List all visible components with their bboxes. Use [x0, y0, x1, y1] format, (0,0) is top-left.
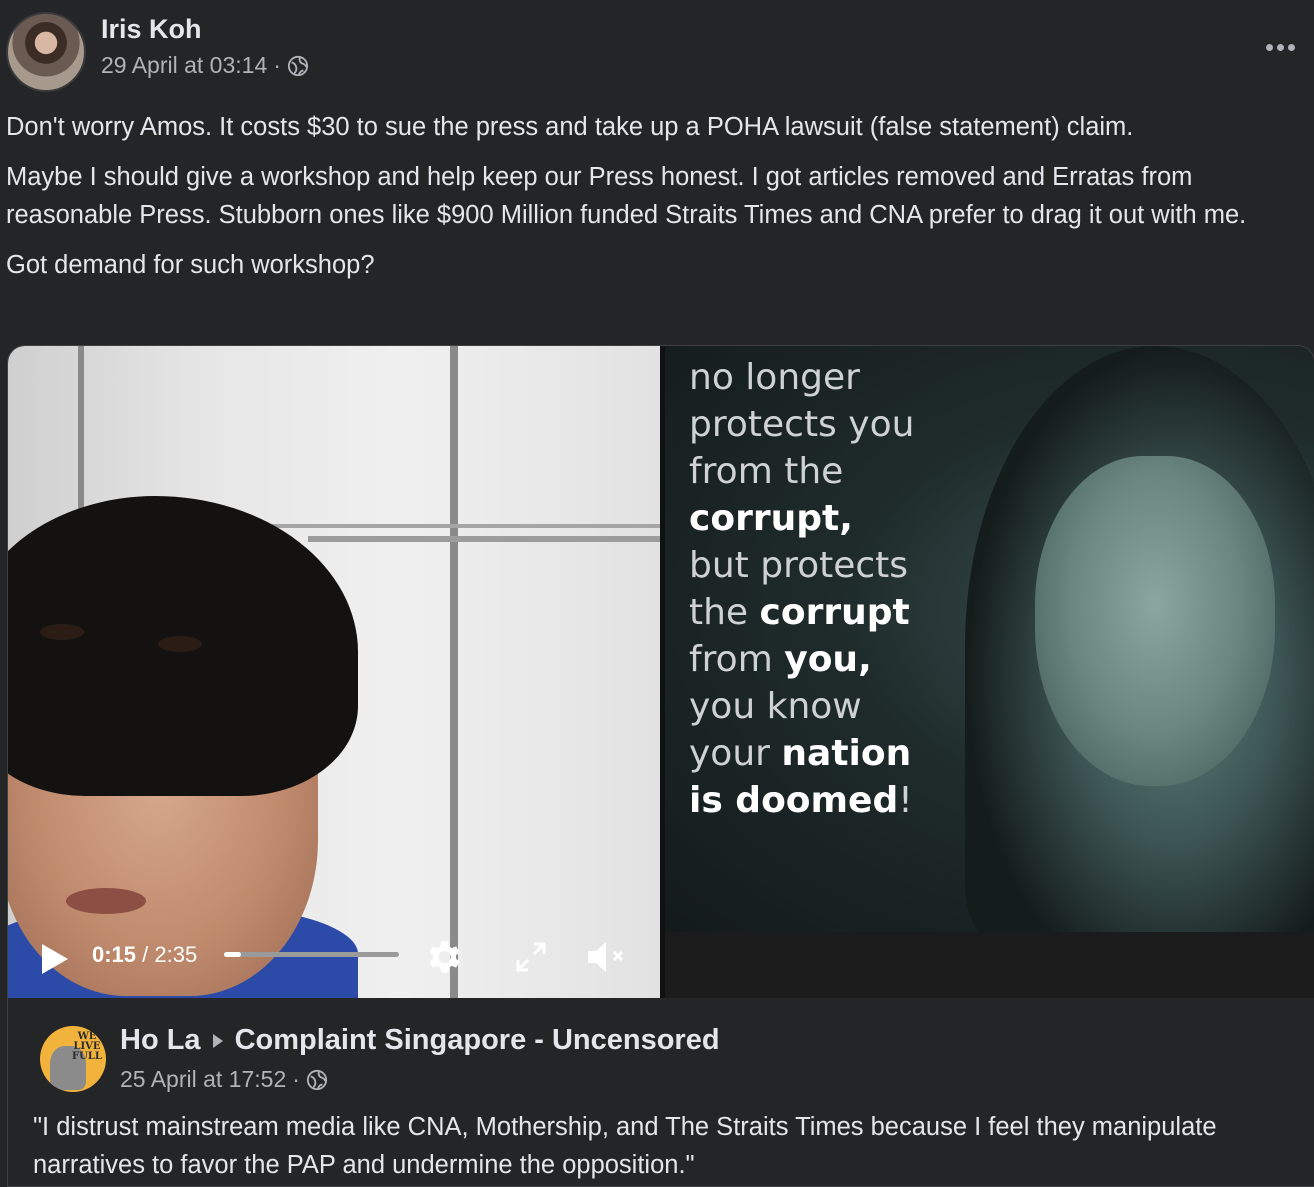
- quote-line: but protects: [689, 545, 909, 586]
- group-avatar[interactable]: WE LIVE FULL: [40, 1026, 106, 1092]
- person-eye: [40, 624, 84, 640]
- video-right-panel: no longer protects you from the corrupt,…: [665, 346, 1314, 932]
- shared-post[interactable]: WE LIVE FULL Ho La Complaint Singapore -…: [8, 998, 1314, 1186]
- fullscreen-icon[interactable]: [512, 938, 550, 976]
- globe-icon[interactable]: [306, 1069, 328, 1091]
- shared-group-name[interactable]: Complaint Singapore - Uncensored: [235, 1024, 720, 1057]
- post-paragraph: Don't worry Amos. It costs $30 to sue th…: [6, 113, 1134, 141]
- post-meta: 29 April at 03:14 ·: [101, 52, 309, 79]
- author-name[interactable]: Iris Koh: [101, 14, 202, 45]
- more-dot: [1276, 43, 1284, 51]
- post-paragraph: Maybe I should give a workshop and help …: [6, 163, 1247, 229]
- shared-media-card[interactable]: no longer protects you from the corrupt,…: [7, 345, 1314, 1187]
- quote-line: is doomed!: [689, 780, 913, 821]
- person-eye: [158, 636, 202, 652]
- quote-line: your nation: [689, 733, 912, 774]
- quote-line: you know: [689, 686, 862, 727]
- shared-timestamp[interactable]: 25 April at 17:52: [120, 1066, 286, 1093]
- muted-speaker-icon[interactable]: [584, 938, 628, 976]
- shared-post-text: "I distrust mainstream media like CNA, M…: [33, 1113, 1217, 1179]
- post-header: Iris Koh 29 April at 03:14 ·: [0, 0, 1314, 100]
- shared-author[interactable]: Ho La: [120, 1024, 201, 1057]
- video-time: 0:15 / 2:35: [92, 942, 197, 968]
- quote-overlay: no longer protects you from the corrupt,…: [689, 354, 914, 824]
- caret-right-icon: [212, 1033, 223, 1048]
- meta-separator: ·: [292, 1066, 300, 1092]
- more-options-icon: [1265, 43, 1273, 51]
- quote-line: protects you: [689, 404, 915, 445]
- progress-bar[interactable]: [224, 952, 399, 957]
- progress-fill: [224, 952, 241, 957]
- video-controls: 0:15 / 2:35: [8, 928, 660, 998]
- quote-line: corrupt,: [689, 498, 853, 539]
- more-dot: [1287, 43, 1295, 51]
- author-avatar[interactable]: [6, 12, 86, 92]
- shared-post-meta: 25 April at 17:52 ·: [120, 1066, 328, 1093]
- quote-line: from you,: [689, 639, 872, 680]
- quote-line: from the: [689, 451, 844, 492]
- wall-line: [450, 346, 458, 998]
- globe-icon[interactable]: [287, 55, 309, 77]
- quote-line: no longer: [689, 357, 860, 398]
- video-right-bottom: [665, 932, 1314, 998]
- wall-line: [308, 536, 660, 542]
- post-timestamp[interactable]: 29 April at 03:14: [101, 52, 267, 79]
- person-mouth: [66, 888, 146, 914]
- video-left-panel: [8, 346, 660, 998]
- meta-separator: ·: [273, 52, 281, 78]
- post-paragraph: Got demand for such workshop?: [6, 251, 375, 279]
- shared-post-header: Ho La Complaint Singapore - Uncensored: [120, 1024, 720, 1057]
- hooded-face: [1035, 456, 1275, 786]
- gear-icon[interactable]: [422, 936, 464, 978]
- duration: 2:35: [154, 942, 198, 967]
- more-options-button[interactable]: [1260, 34, 1300, 60]
- avatar-logo-text: WE LIVE FULL: [72, 1031, 102, 1062]
- quote-line: the corrupt: [689, 592, 910, 633]
- video-player[interactable]: no longer protects you from the corrupt,…: [8, 346, 1314, 998]
- post-body: Don't worry Amos. It costs $30 to sue th…: [6, 108, 1308, 296]
- current-time: 0:15: [92, 942, 137, 967]
- play-icon[interactable]: [40, 942, 70, 976]
- time-separator: /: [136, 942, 155, 967]
